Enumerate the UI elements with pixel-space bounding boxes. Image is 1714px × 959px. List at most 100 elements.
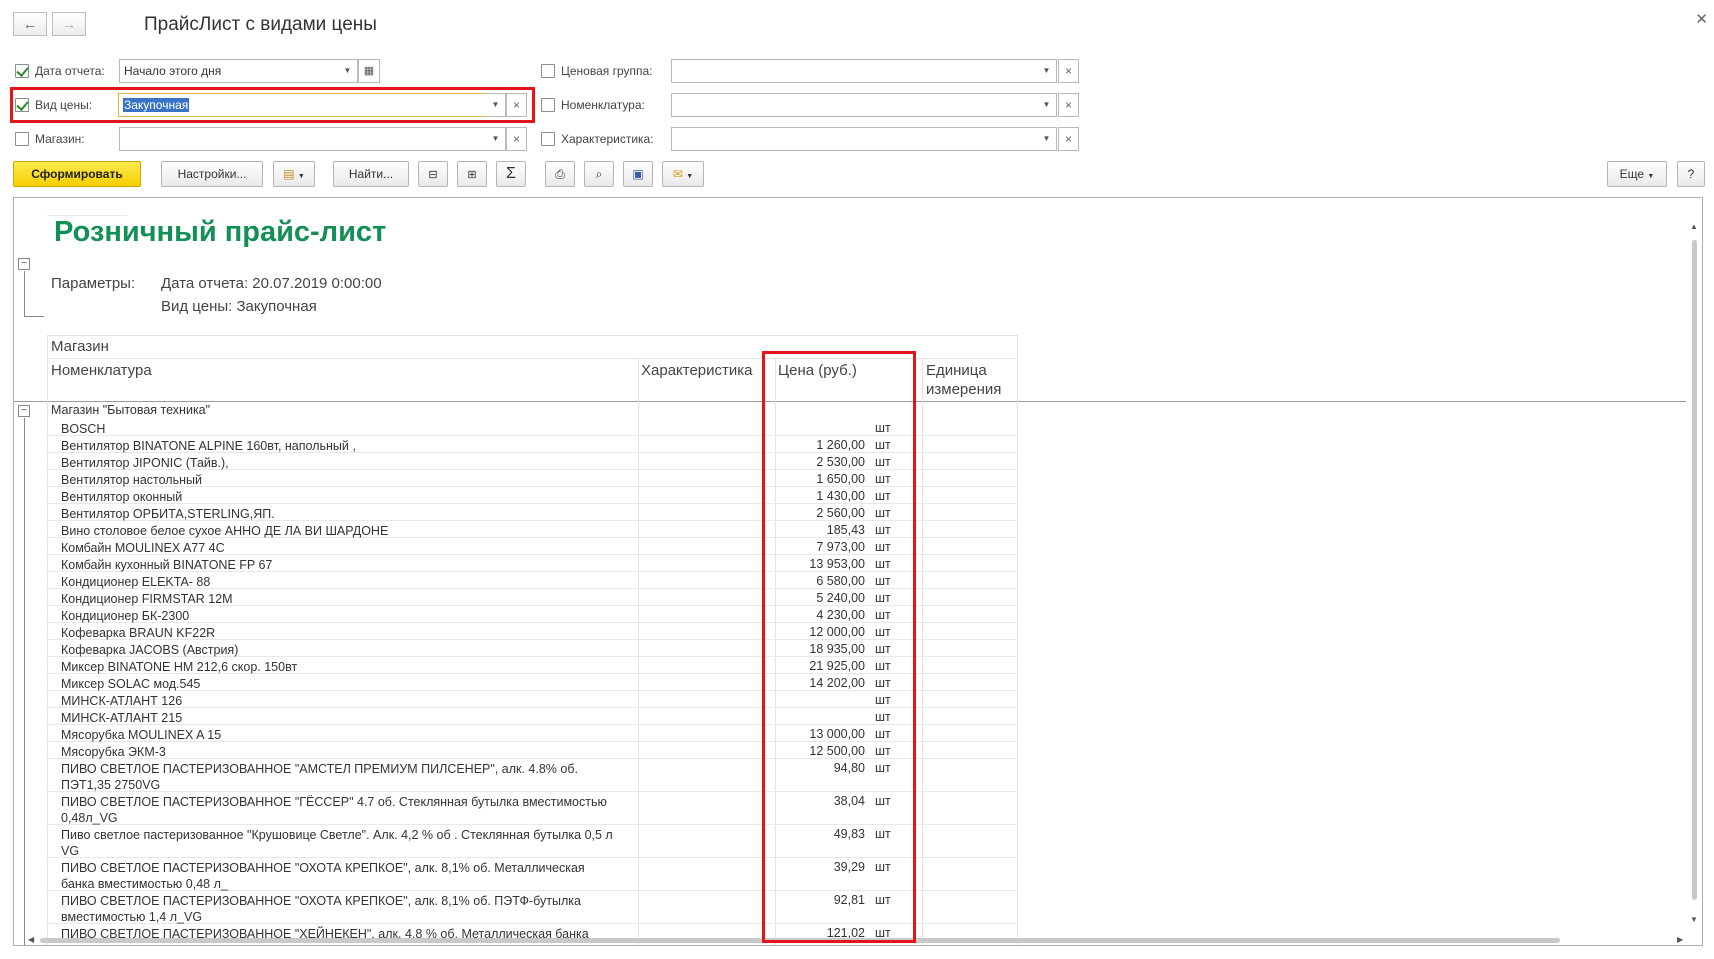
forward-button[interactable]: →: [52, 12, 86, 36]
header-unit-line2: измерения: [926, 381, 1002, 398]
characteristic-field[interactable]: [671, 127, 1038, 151]
price-type-checkbox[interactable]: [15, 98, 29, 112]
collapse-groups-icon: ⊟: [428, 169, 438, 181]
characteristic-checkbox[interactable]: [541, 132, 555, 146]
back-button[interactable]: ←: [13, 12, 47, 36]
find-button[interactable]: Найти...: [333, 161, 409, 187]
scroll-down-icon[interactable]: ▼: [1690, 915, 1698, 924]
report-top-cell: [47, 198, 127, 216]
preview-button[interactable]: ⌕: [584, 161, 614, 187]
row-nomenclature: ПИВО СВЕТЛОЕ ПАСТЕРИЗОВАННОЕ "ОХОТА КРЕП…: [61, 894, 581, 924]
expand-groups-button[interactable]: ⊞: [457, 161, 487, 187]
param-date: Дата отчета: 20.07.2019 0:00:00: [161, 275, 382, 292]
price-group-checkbox[interactable]: [541, 64, 555, 78]
row-nomenclature: ПИВО СВЕТЛОЕ ПАСТЕРИЗОВАННОЕ "ГЁССЕР" 4.…: [61, 795, 607, 825]
expand-groups-icon: ⊞: [467, 169, 477, 181]
store-label: Магазин:: [35, 132, 85, 146]
price-group-label: Ценовая группа:: [561, 64, 653, 78]
characteristic-dropdown[interactable]: ▼: [1037, 127, 1057, 151]
row-nomenclature: ПИВО СВЕТЛОЕ ПАСТЕРИЗОВАННОЕ "АМСТЕЛ ПРЕ…: [61, 762, 578, 792]
sum-button[interactable]: Σ: [496, 161, 526, 187]
price-type-value: Закупочная: [123, 98, 190, 112]
store-dropdown[interactable]: ▼: [486, 127, 506, 151]
help-button[interactable]: ?: [1677, 161, 1705, 187]
row-nomenclature: Кофеварка BRAUN KF22R: [61, 626, 216, 640]
price-group-field[interactable]: [671, 59, 1038, 83]
nomenclature-checkbox[interactable]: [541, 98, 555, 112]
nomenclature-clear[interactable]: ×: [1058, 93, 1079, 117]
sigma-icon: Σ: [506, 165, 516, 182]
row-nomenclature: Комбайн MOULINEX A77 4C: [61, 541, 225, 555]
row-nomenclature: Миксер SOLAC мод.545: [61, 677, 201, 691]
store-checkbox[interactable]: [15, 132, 29, 146]
close-icon[interactable]: ✕: [1695, 10, 1708, 28]
print-button[interactable]: ⎙: [545, 161, 575, 187]
floppy-disk-icon: ▣: [632, 167, 644, 181]
row-nomenclature: ПИВО СВЕТЛОЕ ПАСТЕРИЗОВАННОЕ "ОХОТА КРЕП…: [61, 861, 585, 891]
price-group-clear[interactable]: ×: [1058, 59, 1079, 83]
vertical-scroll-thumb[interactable]: [1692, 240, 1697, 900]
more-button[interactable]: Еще ▼: [1607, 161, 1667, 187]
chevron-down-icon: ▼: [491, 100, 500, 109]
nomenclature-dropdown[interactable]: ▼: [1037, 93, 1057, 117]
arrow-left-icon: ←: [23, 16, 37, 32]
collapse-header-icon[interactable]: −: [18, 258, 30, 270]
store-clear[interactable]: ×: [506, 127, 527, 151]
nomenclature-field[interactable]: [671, 93, 1038, 117]
row-nomenclature: МИНСК-АТЛАНТ 126: [61, 694, 183, 708]
params-label: Параметры:: [51, 275, 136, 292]
report-date-label: Дата отчета:: [35, 64, 105, 78]
report-date-dropdown[interactable]: ▼: [338, 59, 358, 83]
chevron-down-icon: ▼: [1042, 66, 1051, 75]
row-nomenclature: BOSCH: [61, 422, 106, 436]
clear-icon: ×: [512, 98, 520, 112]
header-store: Магазин: [51, 338, 109, 355]
row-nomenclature: Миксер BINATONE HM 212,6 скор. 150вт: [61, 660, 298, 674]
characteristic-clear[interactable]: ×: [1058, 127, 1079, 151]
price-type-dropdown[interactable]: ▼: [486, 93, 506, 117]
row-nomenclature: Пиво светлое пастеризованное "Крушовице …: [61, 828, 613, 858]
price-group-dropdown[interactable]: ▼: [1037, 59, 1057, 83]
tree-line: [24, 316, 44, 317]
row-nomenclature: Вентилятор ОРБИТА,STERLING,ЯП.: [61, 507, 275, 521]
row-nomenclature: Комбайн кухонный BINATONE FP 67: [61, 558, 273, 572]
row-nomenclature: Вентилятор оконный: [61, 490, 183, 504]
header-unit-line1: Единица: [926, 362, 987, 379]
price-type-field[interactable]: Закупочная: [118, 93, 487, 117]
row-nomenclature: Вино столовое белое сухое АННО ДЕ ЛА ВИ …: [61, 524, 389, 538]
clear-icon: ×: [512, 132, 520, 146]
collapse-group-icon[interactable]: −: [18, 405, 30, 417]
row-nomenclature: Кондиционер ELEKTA- 88: [61, 575, 211, 589]
scroll-right-icon[interactable]: ▶: [1677, 935, 1683, 944]
scroll-up-icon[interactable]: ▲: [1690, 222, 1698, 231]
price-column-highlight: [762, 351, 916, 943]
report-title: Розничный прайс-лист: [54, 216, 387, 248]
store-field[interactable]: [119, 127, 487, 151]
price-type-clear[interactable]: ×: [506, 93, 527, 117]
row-nomenclature: Кофеварка JACOBS (Австрия): [61, 643, 239, 657]
scroll-left-icon[interactable]: ◀: [28, 935, 34, 944]
report-date-field[interactable]: Начало этого дня: [119, 59, 339, 83]
print-preview-icon: ⌕: [595, 167, 603, 181]
arrow-right-icon: →: [62, 16, 76, 32]
row-nomenclature: Кондиционер FIRMSTAR 12M: [61, 592, 233, 606]
header-characteristic: Характеристика: [641, 362, 753, 379]
calendar-button[interactable]: ▦: [358, 59, 380, 83]
window-title: ПрайсЛист с видами цены: [144, 14, 377, 35]
chevron-down-icon: ▼: [343, 66, 352, 75]
row-nomenclature: Вентилятор настольный: [61, 473, 202, 487]
clear-icon: ×: [1064, 64, 1072, 78]
vertical-scrollbar[interactable]: ▲ ▼: [1686, 198, 1702, 945]
variant-menu-button[interactable]: ▤ ▼: [273, 161, 315, 187]
collapse-groups-button[interactable]: ⊟: [418, 161, 448, 187]
report-date-checkbox[interactable]: [15, 64, 29, 78]
generate-button[interactable]: Сформировать: [13, 161, 141, 187]
clear-icon: ×: [1064, 98, 1072, 112]
save-button[interactable]: ▣: [623, 161, 653, 187]
tree-line: [24, 418, 25, 945]
grid-line: [1017, 335, 1018, 945]
report-area[interactable]: − Розничный прайс-лист Параметры: Дата о…: [13, 197, 1703, 946]
settings-button[interactable]: Настройки...: [161, 161, 263, 187]
chevron-down-icon: ▼: [491, 134, 500, 143]
send-email-button[interactable]: ✉ ▼: [662, 161, 704, 187]
